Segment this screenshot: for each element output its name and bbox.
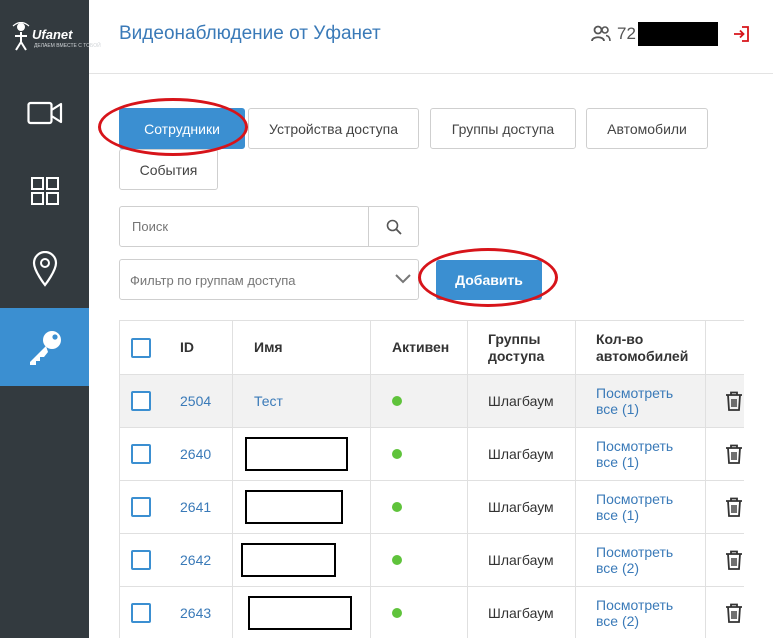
row-checkbox[interactable]	[131, 550, 151, 570]
view-cars-link[interactable]: Посмотреть все (1)	[596, 438, 686, 470]
camera-icon	[26, 101, 62, 125]
row-name[interactable]: Тест	[254, 393, 283, 409]
page-title: Видеонаблюдение от Уфанет	[119, 23, 381, 44]
search-box	[119, 206, 419, 247]
redacted-name	[245, 490, 343, 524]
trash-icon[interactable]	[725, 497, 743, 517]
active-status-dot	[392, 608, 402, 618]
trash-icon[interactable]	[725, 444, 743, 464]
row-group: Шлагбаум	[488, 393, 554, 409]
header: Видеонаблюдение от Уфанет 72	[89, 0, 773, 74]
col-header-id: ID	[180, 339, 194, 355]
row-group: Шлагбаум	[488, 605, 554, 621]
tab-cars[interactable]: Автомобили	[586, 108, 708, 149]
view-cars-link[interactable]: Посмотреть все (1)	[596, 385, 686, 417]
ufanet-logo[interactable]: Ufanet ДЕЛАЕМ ВМЕСТЕ С ТОБОЙ	[12, 20, 101, 54]
redacted-username	[637, 22, 718, 46]
row-id[interactable]: 2642	[180, 552, 211, 568]
row-id[interactable]: 2640	[180, 446, 211, 462]
user-id: 72	[617, 24, 636, 43]
active-status-dot	[392, 555, 402, 565]
table-row[interactable]: 2641 Шлагбаум Посмотреть все (1)	[120, 480, 744, 533]
redacted-name	[248, 596, 352, 630]
sidebar-item-access[interactable]	[0, 308, 89, 386]
view-cars-link[interactable]: Посмотреть все (2)	[596, 597, 686, 629]
add-button[interactable]: Добавить	[436, 260, 542, 300]
trash-icon[interactable]	[725, 391, 743, 411]
row-checkbox[interactable]	[131, 603, 151, 623]
row-checkbox[interactable]	[131, 391, 151, 411]
search-input[interactable]	[120, 207, 368, 246]
logout-icon[interactable]	[732, 25, 750, 43]
row-group: Шлагбаум	[488, 446, 554, 462]
row-group: Шлагбаум	[488, 552, 554, 568]
table-row[interactable]: 2504 Тест Шлагбаум Посмотреть все (1)	[120, 374, 744, 427]
col-header-cars: Кол-во автомобилей	[596, 330, 689, 364]
employees-table: ID Имя Активен Группы доступа Кол-во авт…	[119, 320, 744, 638]
row-checkbox[interactable]	[131, 497, 151, 517]
sidebar: Ufanet ДЕЛАЕМ ВМЕСТЕ С ТОБОЙ	[0, 0, 101, 638]
col-header-name: Имя	[254, 339, 283, 355]
row-group: Шлагбаум	[488, 499, 554, 515]
tab-employees[interactable]: Сотрудники	[119, 108, 245, 149]
active-status-dot	[392, 396, 402, 406]
trash-icon[interactable]	[725, 550, 743, 570]
trash-icon[interactable]	[725, 603, 743, 623]
table-row[interactable]: 2643 Шлагбаум Посмотреть все (2)	[120, 586, 744, 638]
row-checkbox[interactable]	[131, 444, 151, 464]
map-pin-icon	[32, 251, 57, 287]
col-header-groups: Группы доступа	[488, 330, 545, 364]
sidebar-item-map[interactable]	[0, 230, 89, 308]
row-id[interactable]: 2641	[180, 499, 211, 515]
users-icon	[591, 25, 611, 42]
grid-icon	[30, 177, 59, 205]
view-cars-link[interactable]: Посмотреть все (2)	[596, 544, 686, 576]
view-cars-link[interactable]: Посмотреть все (1)	[596, 491, 686, 523]
key-icon	[29, 331, 61, 365]
col-header-active: Активен	[392, 339, 450, 355]
table-row[interactable]: 2640 Шлагбаум Посмотреть все (1)	[120, 427, 744, 480]
tab-access-devices[interactable]: Устройства доступа	[248, 108, 419, 149]
table-row[interactable]: 2642 Шлагбаум Посмотреть все (2)	[120, 533, 744, 586]
table-header-row: ID Имя Активен Группы доступа Кол-во авт…	[120, 320, 744, 374]
tab-access-groups[interactable]: Группы доступа	[430, 108, 576, 149]
user-info[interactable]: 72	[591, 22, 750, 46]
tab-events[interactable]: События	[119, 149, 218, 190]
chevron-down-icon	[395, 274, 411, 284]
search-button[interactable]	[368, 207, 418, 246]
select-all-checkbox[interactable]	[131, 337, 151, 358]
active-status-dot	[392, 449, 402, 459]
search-icon	[386, 219, 402, 235]
redacted-name	[245, 437, 348, 471]
logo-text: Ufanet	[32, 27, 73, 42]
sidebar-item-grid[interactable]	[0, 152, 89, 230]
filter-placeholder: Фильтр по группам доступа	[130, 273, 296, 288]
active-status-dot	[392, 502, 402, 512]
sidebar-item-video[interactable]	[0, 74, 89, 152]
row-id[interactable]: 2504	[180, 393, 211, 409]
logo-person-icon	[12, 22, 30, 51]
row-id[interactable]: 2643	[180, 605, 211, 621]
group-filter-select[interactable]: Фильтр по группам доступа	[119, 259, 419, 300]
redacted-name	[241, 543, 336, 577]
